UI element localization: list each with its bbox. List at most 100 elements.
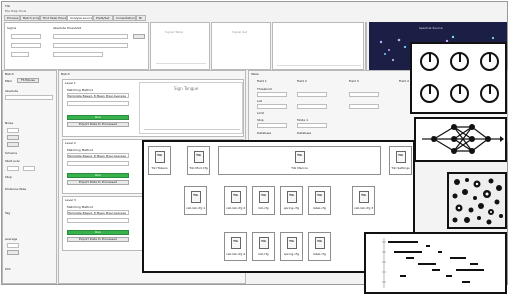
level-3-input[interactable] xyxy=(67,218,129,223)
cell-1-1[interactable] xyxy=(257,92,287,97)
left-row-3: Noise xyxy=(5,121,14,125)
cell-4-1[interactable] xyxy=(257,123,287,128)
left-row-8: Tag xyxy=(5,211,11,215)
cell-4-2[interactable] xyxy=(297,123,327,128)
file-tile-mid-4[interactable]: spring-cfg xyxy=(280,186,303,215)
file-tile-bot-2[interactable]: list-cfg xyxy=(252,232,275,261)
left-button-3[interactable] xyxy=(7,250,19,255)
file-icon xyxy=(295,151,305,163)
file-name: cell-list-cfg 1 xyxy=(186,206,205,210)
level-3-dropdown[interactable]: Template Based, 8 Mean Pixel Average xyxy=(67,210,129,215)
dial-6 xyxy=(480,84,499,103)
cell-blobs-icon xyxy=(447,172,507,229)
level-1-run-button[interactable]: Run xyxy=(67,115,129,120)
col-head-3: Field 3 xyxy=(349,79,359,83)
tab-more[interactable]: Bl xyxy=(136,15,146,21)
file-name: spring-cfg xyxy=(283,206,300,210)
threshold-label: Absolute threshold xyxy=(53,26,82,30)
file-tile-mid-1[interactable]: cell-list-cfg 1 xyxy=(184,186,207,215)
file-tile-mid-6[interactable]: cell-list-cfg 3 xyxy=(352,186,375,215)
signal-table-title: Signal Table xyxy=(165,30,183,34)
left-input-4[interactable] xyxy=(23,166,35,171)
signal-set-title: Signal Set xyxy=(232,30,248,34)
left-button-1[interactable] xyxy=(7,135,19,140)
level-1-export-button[interactable]: Export Data to Processed xyxy=(67,122,129,127)
tab-prefs[interactable]: Prefs/Set xyxy=(93,15,113,21)
wide-field[interactable] xyxy=(53,52,103,57)
level-2-dropdown[interactable]: Template Based, 8 Mean Pixel Average xyxy=(67,153,129,158)
file-name: list-cfg xyxy=(258,206,269,210)
sigma-input-3[interactable] xyxy=(11,52,29,57)
left-input-5[interactable] xyxy=(7,243,19,248)
dial-2 xyxy=(450,52,469,71)
file-name: Tiki Mod Cfg xyxy=(189,166,208,170)
tab-analyse-source[interactable]: Analyse source xyxy=(67,15,93,21)
file-tile-top-2[interactable]: Tiki Mod Cfg xyxy=(187,146,210,175)
sigma-input[interactable] xyxy=(11,34,41,39)
ribbon-button-a[interactable] xyxy=(133,34,145,39)
left-row-9: Average xyxy=(5,237,18,241)
file-tile-mid-3[interactable]: list-cfg xyxy=(252,186,275,215)
row-label-4: Stop xyxy=(257,118,264,122)
left-row-7: Distance-Wise xyxy=(5,187,27,191)
dial-1 xyxy=(420,52,439,71)
level-3-run-button[interactable]: Run xyxy=(67,230,129,235)
cell-2-3[interactable] xyxy=(349,104,379,109)
file-icon xyxy=(315,237,325,249)
left-input-3[interactable] xyxy=(7,166,19,171)
threshold-input[interactable] xyxy=(53,34,128,39)
tab-batch-script[interactable]: Batch script xyxy=(20,15,40,21)
cell-blob-field xyxy=(449,174,505,227)
file-icon xyxy=(259,191,269,203)
file-tile-bot-1[interactable]: cell-list-cfg 4 xyxy=(224,232,247,261)
file-icon xyxy=(287,191,297,203)
tab-find-peak[interactable]: Find Peak Preview xyxy=(40,15,67,21)
left-row-5: Start-scan xyxy=(5,159,21,163)
file-icon xyxy=(194,151,204,163)
cell-2-2[interactable] xyxy=(297,104,327,109)
file-name: label-cfg xyxy=(313,252,326,256)
file-tile-top-4[interactable]: Tiki Settings xyxy=(389,146,412,175)
cell-1-3[interactable] xyxy=(349,92,379,97)
level-2-input[interactable] xyxy=(67,161,129,166)
file-icon xyxy=(231,237,241,249)
signal-table-axis xyxy=(156,63,206,64)
left-input-2[interactable] xyxy=(7,128,19,133)
level-2-method: Matching Method xyxy=(67,148,93,152)
file-icon xyxy=(359,191,369,203)
left-input-1[interactable] xyxy=(5,95,53,100)
left-mouse-button[interactable]: Ft-Mouse xyxy=(17,78,39,83)
cell-2-1[interactable] xyxy=(257,104,287,109)
sigma-input-2[interactable] xyxy=(11,43,41,48)
file-tile-mid-5[interactable]: label-cfg xyxy=(308,186,331,215)
dial-5 xyxy=(450,84,469,103)
menu-bar[interactable]: File Help Tools xyxy=(5,9,26,13)
file-tile-bot-3[interactable]: spring-cfg xyxy=(280,232,303,261)
cell-1-2[interactable] xyxy=(297,92,327,97)
level-2-run-button[interactable]: Run xyxy=(67,173,129,178)
threshold-input-2[interactable] xyxy=(53,43,128,48)
level-3-export-button[interactable]: Export Data to Processed xyxy=(67,237,129,242)
mid-panel-title: Batch xyxy=(61,72,70,76)
file-name: Tiki Tokens xyxy=(151,166,168,170)
row-label-2: List xyxy=(257,99,263,103)
file-tile-top-1[interactable]: Tiki Tokens xyxy=(148,146,171,175)
row-label-7: Database xyxy=(297,131,312,135)
settings-plot xyxy=(365,22,367,70)
level-1-method: Matching Method xyxy=(67,88,93,92)
chart-title: Sign Tongue xyxy=(174,86,199,91)
tab-consultation[interactable]: Consultation xyxy=(113,15,136,21)
file-tile-mid-2[interactable]: cell-list-cfg 2 xyxy=(224,186,247,215)
level-1-input[interactable] xyxy=(67,101,129,106)
row-label-5: Mode 1 xyxy=(297,118,309,122)
file-tile-bot-4[interactable]: label-cfg xyxy=(308,232,331,261)
tab-process[interactable]: Process xyxy=(4,15,20,21)
network-graph xyxy=(422,124,504,154)
neural-network-icon xyxy=(414,117,507,162)
left-button-2[interactable] xyxy=(7,142,19,147)
left-row-10: Plot xyxy=(5,267,11,271)
file-tile-top-wide[interactable]: Tiki Macros xyxy=(218,146,381,175)
level-2-export-button[interactable]: Export Data to Processed xyxy=(67,180,129,185)
level-1-dropdown[interactable]: Template Based, 8 Mean Pixel Average xyxy=(67,93,129,98)
left-row-0: Mkm xyxy=(5,79,13,83)
